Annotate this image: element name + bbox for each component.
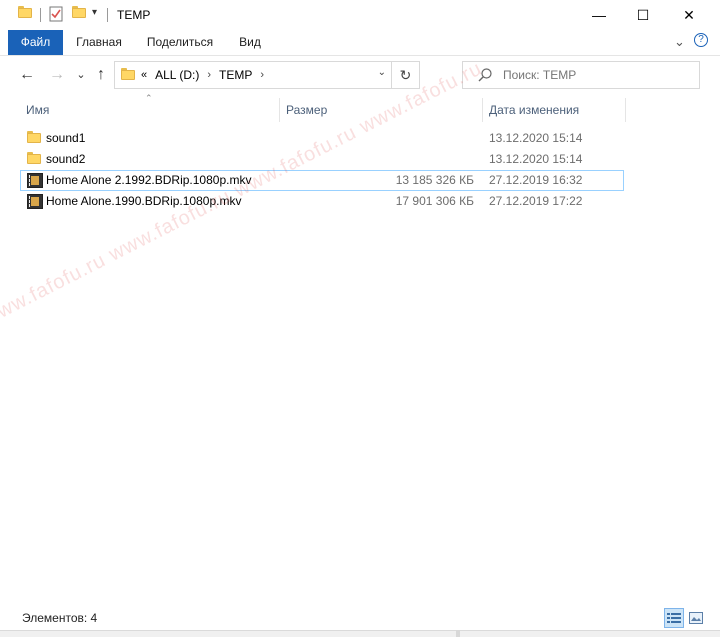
file-name: Home Alone 2.1992.BDRip.1080p.mkv bbox=[46, 173, 252, 187]
list-item[interactable]: Home Alone.1990.BDRip.1080p.mkv 17 901 3… bbox=[20, 191, 624, 212]
new-folder-icon[interactable] bbox=[72, 6, 86, 24]
tab-share[interactable]: Поделиться bbox=[140, 30, 220, 55]
navigation-bar: ← → ⌄ ↑ « ALL (D:) › TEMP › ⌄ ↻ bbox=[0, 56, 720, 96]
location-folder-icon bbox=[121, 67, 135, 83]
column-divider[interactable] bbox=[625, 98, 626, 122]
column-header-name[interactable]: Имя bbox=[20, 98, 278, 122]
ribbon-tabs: Файл Главная Поделиться Вид ⌄ ? bbox=[0, 30, 720, 56]
search-input[interactable] bbox=[503, 66, 693, 84]
address-segment-drive[interactable]: ALL (D:) bbox=[155, 68, 199, 82]
back-button[interactable]: ← bbox=[18, 66, 36, 84]
tab-file[interactable]: Файл bbox=[8, 30, 63, 55]
address-segment-temp[interactable]: TEMP bbox=[219, 68, 252, 82]
address-separator-icon[interactable]: › bbox=[207, 69, 211, 81]
file-size: 17 901 306 КБ bbox=[395, 194, 474, 208]
address-separator-icon[interactable]: › bbox=[260, 69, 264, 81]
status-bar: Элементов: 4 bbox=[0, 604, 720, 630]
large-icons-view-button[interactable] bbox=[686, 608, 706, 628]
address-bar[interactable]: « ALL (D:) › TEMP › ⌄ ↻ bbox=[114, 61, 420, 89]
search-box[interactable] bbox=[462, 61, 700, 89]
file-date: 27.12.2019 17:22 bbox=[489, 194, 583, 208]
refresh-icon: ↻ bbox=[399, 66, 412, 83]
refresh-button[interactable]: ↻ bbox=[391, 62, 419, 88]
file-name: sound2 bbox=[46, 152, 86, 166]
minimize-button[interactable]: — bbox=[576, 0, 622, 30]
list-item[interactable]: sound1 13.12.2020 15:14 bbox=[20, 128, 624, 149]
tab-view[interactable]: Вид bbox=[232, 30, 268, 55]
search-icon bbox=[478, 68, 492, 82]
list-item[interactable]: Home Alone 2.1992.BDRip.1080p.mkv 13 185… bbox=[20, 170, 624, 191]
details-view-icon bbox=[667, 613, 681, 623]
address-overflow-icon[interactable]: « bbox=[141, 69, 147, 81]
up-button[interactable]: ↑ bbox=[92, 66, 110, 84]
file-list: sound1 13.12.2020 15:14 sound2 13.12.202… bbox=[20, 128, 624, 212]
title-separator bbox=[40, 8, 41, 22]
address-history-dropdown-icon[interactable]: ⌄ bbox=[378, 67, 386, 78]
file-date: 13.12.2020 15:14 bbox=[489, 131, 583, 145]
file-size: 13 185 326 КБ bbox=[395, 173, 474, 187]
item-count: Элементов: 4 bbox=[22, 611, 98, 625]
folder-icon bbox=[27, 131, 41, 146]
details-view-button[interactable] bbox=[664, 608, 684, 628]
title-separator bbox=[107, 8, 108, 22]
title-bar: ▾ TEMP — ☐ ✕ bbox=[0, 0, 720, 30]
recent-locations-button[interactable]: ⌄ bbox=[72, 66, 90, 84]
video-file-icon bbox=[27, 194, 43, 212]
properties-icon[interactable] bbox=[49, 6, 63, 24]
close-button[interactable]: ✕ bbox=[666, 0, 712, 30]
help-icon[interactable]: ? bbox=[694, 33, 708, 47]
large-icons-view-icon bbox=[689, 612, 703, 624]
file-date: 13.12.2020 15:14 bbox=[489, 152, 583, 166]
file-name: sound1 bbox=[46, 131, 86, 145]
tab-home[interactable]: Главная bbox=[68, 30, 130, 55]
file-date: 27.12.2019 16:32 bbox=[489, 173, 583, 187]
expand-ribbon-icon[interactable]: ⌄ bbox=[674, 34, 685, 50]
video-file-icon bbox=[27, 173, 43, 191]
column-header-date[interactable]: Дата изменения bbox=[483, 98, 625, 122]
column-header-size[interactable]: Размер bbox=[280, 98, 482, 122]
list-item[interactable]: sound2 13.12.2020 15:14 bbox=[20, 149, 624, 170]
folder-icon bbox=[27, 152, 41, 167]
file-name: Home Alone.1990.BDRip.1080p.mkv bbox=[46, 194, 242, 208]
resize-grip[interactable] bbox=[456, 630, 460, 637]
customize-quick-access-icon[interactable]: ▾ bbox=[92, 7, 97, 25]
maximize-button[interactable]: ☐ bbox=[620, 0, 666, 30]
window-bottom-edge bbox=[0, 630, 720, 637]
forward-button[interactable]: → bbox=[48, 66, 66, 84]
window-title: TEMP bbox=[117, 8, 151, 22]
explorer-folder-icon bbox=[18, 6, 32, 24]
